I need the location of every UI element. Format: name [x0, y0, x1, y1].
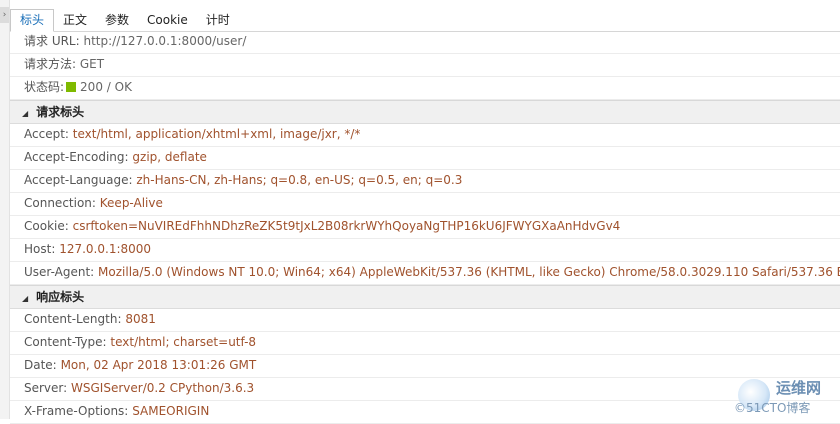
header-name: Connection: — [24, 196, 96, 210]
header-name: Host: — [24, 242, 56, 256]
watermark-line2: ©51CTO博客 — [734, 401, 811, 415]
header-name: Accept: — [24, 127, 69, 141]
header-name: Cookie: — [24, 219, 69, 233]
header-row: Accept: text/html, application/xhtml+xml… — [10, 124, 840, 147]
watermark-line1: 运维网 — [776, 379, 822, 397]
header-name: Content-Type: — [24, 335, 107, 349]
header-row: Cookie: csrftoken=NuVIREdFhhNDhzReZK5t9t… — [10, 216, 840, 239]
collapse-triangle-icon: ◢ — [22, 109, 29, 118]
request-url-value: http://127.0.0.1:8000/user/ — [83, 34, 247, 48]
status-code-row: 状态码: 200 / OK — [10, 77, 840, 100]
header-row: X-Frame-Options: SAMEORIGIN — [10, 401, 840, 424]
header-row: Host: 127.0.0.1:8000 — [10, 239, 840, 262]
header-value: text/html; charset=utf-8 — [110, 335, 257, 349]
header-value: 127.0.0.1:8000 — [59, 242, 152, 256]
collapse-triangle-icon: ◢ — [22, 294, 29, 303]
header-row: Server: WSGIServer/0.2 CPython/3.6.3 — [10, 378, 840, 401]
tab-timing[interactable]: 计时 — [197, 10, 239, 31]
tab-cookie[interactable]: Cookie — [138, 10, 197, 31]
request-url-label: 请求 URL: — [24, 34, 80, 48]
header-value: zh-Hans-CN, zh-Hans; q=0.8, en-US; q=0.5… — [136, 173, 463, 187]
header-name: Date: — [24, 358, 57, 372]
request-method-label: 请求方法: — [24, 57, 77, 71]
status-code-label: 状态码: — [24, 80, 65, 94]
header-name: User-Agent: — [24, 265, 95, 279]
watermark-logo: 运维网 ©51CTO博客 — [732, 375, 836, 417]
header-name: X-Frame-Options: — [24, 404, 129, 418]
response-headers-title: 响应标头 — [36, 290, 85, 304]
header-row: User-Agent: Mozilla/5.0 (Windows NT 10.0… — [10, 262, 840, 285]
request-headers-title: 请求标头 — [36, 105, 85, 119]
header-row: Connection: Keep-Alive — [10, 193, 840, 216]
request-url-row: 请求 URL: http://127.0.0.1:8000/user/ — [10, 31, 840, 54]
header-value: Mon, 02 Apr 2018 13:01:26 GMT — [60, 358, 257, 372]
headers-panel: 请求 URL: http://127.0.0.1:8000/user/ 请求方法… — [10, 31, 840, 424]
header-name: Accept-Language: — [24, 173, 133, 187]
request-method-value: GET — [79, 57, 105, 71]
header-value: gzip, deflate — [132, 150, 207, 164]
header-value: Keep-Alive — [99, 196, 163, 210]
header-name: Server: — [24, 381, 68, 395]
header-row: Content-Type: text/html; charset=utf-8 — [10, 332, 840, 355]
tab-parameters[interactable]: 参数 — [96, 10, 138, 31]
header-row: Accept-Language: zh-Hans-CN, zh-Hans; q=… — [10, 170, 840, 193]
request-headers-section[interactable]: ◢ 请求标头 — [10, 100, 840, 124]
tab-body[interactable]: 正文 — [54, 10, 96, 31]
left-gutter: › — [0, 0, 10, 419]
header-value: SAMEORIGIN — [132, 404, 210, 418]
status-code-value: 200 / OK — [80, 80, 132, 94]
header-value: text/html, application/xhtml+xml, image/… — [72, 127, 361, 141]
expand-arrow-icon[interactable]: › — [0, 7, 9, 23]
response-headers-section[interactable]: ◢ 响应标头 — [10, 285, 840, 309]
header-name: Accept-Encoding: — [24, 150, 129, 164]
header-name: Content-Length: — [24, 312, 122, 326]
header-value: 8081 — [125, 312, 156, 326]
header-row: Content-Length: 8081 — [10, 309, 840, 332]
header-value: Mozilla/5.0 (Windows NT 10.0; Win64; x64… — [98, 265, 840, 279]
status-ok-icon — [66, 82, 77, 92]
header-value: csrftoken=NuVIREdFhhNDhzReZK5t9tJxL2B08r… — [72, 219, 621, 233]
request-method-row: 请求方法: GET — [10, 54, 840, 77]
tab-headers[interactable]: 标头 — [10, 9, 55, 32]
header-value: WSGIServer/0.2 CPython/3.6.3 — [71, 381, 255, 395]
header-row: Accept-Encoding: gzip, deflate — [10, 147, 840, 170]
tab-bar: 标头 正文 参数 Cookie 计时 — [10, 9, 840, 32]
header-row: Date: Mon, 02 Apr 2018 13:01:26 GMT — [10, 355, 840, 378]
